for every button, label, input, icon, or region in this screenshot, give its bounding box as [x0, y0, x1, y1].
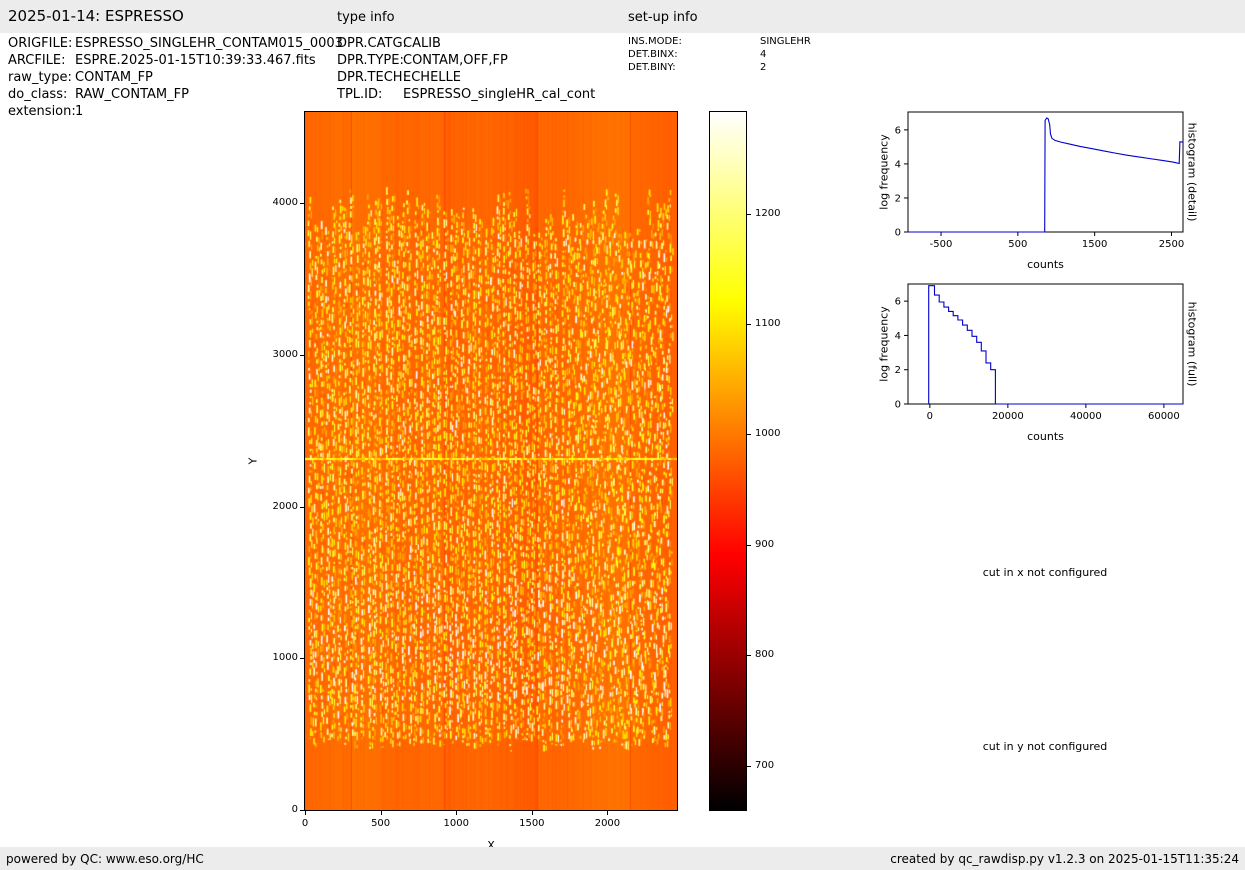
colorbar-tick-label: 1100 [755, 318, 781, 330]
colorbar-gradient [710, 112, 746, 810]
extension-value: 1 [75, 104, 84, 119]
det-biny-value: 2 [760, 62, 767, 73]
origfile-value: ESPRESSO_SINGLEHR_CONTAM015_0003 [75, 36, 343, 51]
extension-label: extension: [8, 104, 76, 119]
type-info-heading: type info [337, 10, 395, 25]
raw-type-label: raw_type: [8, 70, 72, 85]
y-tick-label: 6 [895, 125, 901, 136]
colorbar [709, 111, 747, 811]
ins-mode-label: INS.MODE: [628, 36, 682, 47]
main-x-tick-mark [456, 811, 458, 815]
colorbar-tick-label: 800 [755, 649, 775, 661]
y-tick-label: 0 [895, 228, 901, 239]
do-class-value: RAW_CONTAM_FP [75, 87, 189, 102]
dpr-type-label: DPR.TYPE: [337, 53, 404, 68]
y-tick-label: 4 [895, 159, 901, 170]
setup-info-heading: set-up info [628, 10, 698, 25]
main-y-tick-mark [300, 203, 304, 205]
footer-bar: powered by QC: www.eso.org/HC created by… [0, 847, 1245, 870]
arcfile-value: ESPRE.2025-01-15T10:39:33.467.fits [75, 53, 316, 68]
x-tick-label: 1500 [1082, 239, 1107, 250]
x-tick-label: 500 [1008, 239, 1027, 250]
dpr-type-value: CONTAM,OFF,FP [403, 53, 508, 68]
colorbar-tick-mark [747, 434, 751, 436]
y-tick-label: 2 [895, 365, 901, 376]
colorbar-tick-label: 700 [755, 759, 775, 771]
footer-created-by: created by qc_rawdisp.py v1.2.3 on 2025-… [890, 851, 1239, 866]
colorbar-tick-mark [747, 544, 751, 546]
main-y-tick-label: 1000 [272, 652, 298, 664]
colorbar-tick-label: 1200 [755, 207, 781, 219]
colorbar-tick-label: 1000 [755, 428, 781, 440]
colorbar-tick-label: 900 [755, 538, 775, 550]
main-y-tick-label: 0 [291, 804, 298, 815]
main-y-tick-label: 4000 [272, 197, 298, 209]
hist-full-y-label: log frequency [877, 306, 891, 382]
main-y-tick-label: 3000 [272, 348, 298, 360]
x-tick-label: 20000 [992, 411, 1024, 422]
main-x-tick-mark [305, 811, 306, 815]
y-tick-label: 2 [895, 193, 901, 204]
dpr-catg-label: DPR.CATG: [337, 36, 407, 51]
plot-frame [907, 283, 1184, 405]
x-tick-label: 0 [927, 411, 933, 422]
hist-detail-y-label: log frequency [877, 134, 891, 210]
main-x-tick-label: 500 [371, 818, 391, 829]
main-x-tick-label: 1000 [443, 818, 469, 829]
colorbar-tick-mark [747, 324, 751, 326]
footer-powered-by: powered by QC: www.eso.org/HC [6, 851, 204, 866]
qc-report-page: 2025-01-14: ESPRESSO type info set-up in… [0, 0, 1245, 870]
dpr-tech-value: ECHELLE [403, 70, 461, 85]
ins-mode-value: SINGLEHR [760, 36, 811, 47]
raw-detector-image [305, 112, 677, 810]
hist-detail-x-label: counts [1027, 258, 1064, 271]
y-tick-label: 6 [895, 297, 901, 308]
cut-in-x-annotation: cut in x not configured [982, 566, 1108, 579]
det-binx-label: DET.BINX: [628, 49, 678, 60]
histogram-full-plot: 0 20000 40000 60000 0 2 4 6 [895, 283, 1184, 422]
x-tick-label: 40000 [1070, 411, 1102, 422]
cut-in-y-annotation: cut in y not configured [982, 740, 1108, 753]
main-x-tick-label: 2000 [594, 818, 621, 829]
tpl-id-label: TPL.ID: [337, 87, 383, 102]
colorbar-tick-mark [747, 765, 751, 767]
dpr-catg-value: CALIB [403, 36, 441, 51]
x-tick-label: 2500 [1159, 239, 1184, 250]
header-bar: 2025-01-14: ESPRESSO type info set-up in… [0, 0, 1245, 33]
main-y-axis-label: Y [246, 457, 260, 465]
main-y-tick-mark [300, 354, 304, 356]
hist-detail-right-label: histogram (detail) [1185, 122, 1199, 222]
main-x-tick-mark [380, 811, 382, 815]
colorbar-tick-mark [747, 655, 751, 657]
det-binx-value: 4 [760, 49, 767, 60]
x-tick-label: -500 [930, 239, 953, 250]
x-tick-label: 60000 [1148, 411, 1180, 422]
hist-full-right-label: histogram (full) [1185, 301, 1199, 387]
main-x-tick-label: 0 [301, 818, 309, 829]
hist-full-x-label: counts [1027, 430, 1064, 443]
histogram-line [928, 285, 1183, 405]
raw-type-value: CONTAM_FP [75, 70, 153, 85]
origfile-label: ORIGFILE: [8, 36, 73, 51]
main-y-tick-label: 2000 [272, 500, 298, 512]
histogram-detail-plot: -500 500 1500 2500 0 2 4 6 [895, 111, 1184, 250]
page-title: 2025-01-14: ESPRESSO [8, 7, 184, 25]
det-biny-label: DET.BINY: [628, 62, 676, 73]
main-x-tick-label: 1500 [519, 818, 545, 829]
tpl-id-value: ESPRESSO_singleHR_cal_cont [403, 87, 596, 102]
main-x-tick-mark [531, 811, 533, 815]
histogram-line [908, 117, 1184, 233]
main-x-tick-mark [607, 811, 609, 815]
raw-image-plot-frame [304, 111, 678, 811]
colorbar-tick-mark [747, 213, 751, 215]
arcfile-label: ARCFILE: [8, 53, 66, 68]
main-y-tick-mark [300, 506, 304, 508]
main-y-tick-mark [300, 810, 304, 811]
dpr-tech-label: DPR.TECH: [337, 70, 407, 85]
y-tick-label: 0 [895, 400, 901, 411]
main-y-tick-mark [300, 658, 304, 660]
do-class-label: do_class: [8, 87, 68, 102]
y-tick-label: 4 [895, 331, 901, 342]
